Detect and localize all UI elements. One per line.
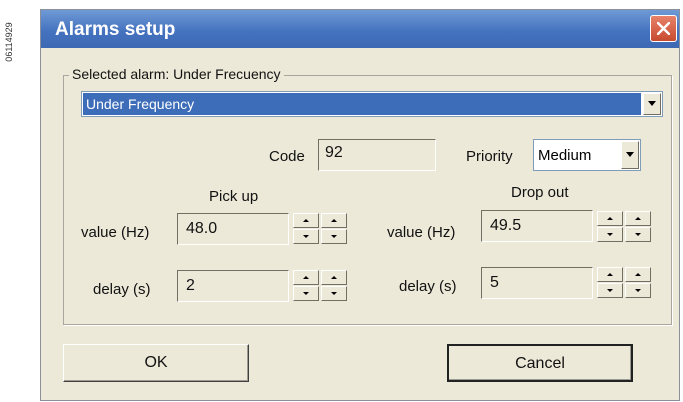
arrow-up-icon (331, 276, 337, 279)
arrow-up-icon (303, 276, 309, 279)
figure-id: 06114929 (4, 22, 14, 62)
chevron-down-icon (626, 152, 634, 157)
pickup-header: Pick up (209, 188, 259, 205)
title-bar[interactable]: Alarms setup (41, 10, 679, 48)
close-button[interactable] (650, 15, 677, 42)
spin-down-button[interactable] (625, 283, 651, 298)
pickup-value: 48.0 (186, 220, 218, 237)
arrow-down-icon (607, 289, 613, 292)
priority-value: Medium (538, 147, 592, 164)
spin-up-button[interactable] (597, 267, 623, 282)
priority-dropdown-button[interactable] (621, 141, 639, 169)
dropout-header: Drop out (511, 184, 569, 201)
spin-up-button[interactable] (625, 211, 651, 226)
dropout-value-fine-stepper[interactable] (625, 211, 651, 243)
code-field: 92 (318, 139, 436, 171)
pickup-delay-label: delay (s) (93, 281, 151, 298)
dropout-value-field[interactable]: 49.5 (481, 210, 593, 242)
ok-button[interactable]: OK (63, 344, 249, 382)
arrow-up-icon (331, 219, 337, 222)
spin-down-button[interactable] (293, 229, 319, 244)
pickup-value-field[interactable]: 48.0 (177, 213, 289, 245)
arrow-down-icon (635, 233, 641, 236)
dropout-value-coarse-stepper[interactable] (597, 211, 623, 243)
spin-up-button[interactable] (597, 211, 623, 226)
dropout-delay-label: delay (s) (399, 278, 457, 295)
dropout-delay-field[interactable]: 5 (481, 267, 593, 299)
arrow-down-icon (303, 292, 309, 295)
dropout-value-label: value (Hz) (387, 224, 456, 241)
priority-select[interactable]: Medium (533, 139, 641, 171)
alarms-setup-dialog: Alarms setup Selected alarm: Under Frecu… (40, 9, 680, 401)
code-value: 92 (325, 144, 343, 161)
group-legend: Selected alarm: Under Frecuency (69, 66, 284, 82)
arrow-up-icon (607, 273, 613, 276)
close-icon (657, 22, 670, 35)
arrow-down-icon (331, 235, 337, 238)
dropout-delay-coarse-stepper[interactable] (597, 267, 623, 299)
pickup-delay-fine-stepper[interactable] (321, 270, 347, 302)
dropout-delay-fine-stepper[interactable] (625, 267, 651, 299)
alarm-select-dropdown-button[interactable] (643, 93, 661, 115)
dropout-value: 49.5 (490, 217, 522, 234)
arrow-down-icon (331, 292, 337, 295)
alarm-select[interactable]: Under Frequency (81, 91, 663, 117)
spin-down-button[interactable] (321, 229, 347, 244)
arrow-up-icon (303, 219, 309, 222)
spin-up-button[interactable] (321, 270, 347, 285)
spin-down-button[interactable] (625, 227, 651, 242)
pickup-delay-field[interactable]: 2 (177, 270, 289, 302)
spin-up-button[interactable] (321, 213, 347, 228)
pickup-value-coarse-stepper[interactable] (293, 213, 319, 245)
code-label: Code (269, 148, 305, 165)
spin-up-button[interactable] (293, 270, 319, 285)
pickup-delay-coarse-stepper[interactable] (293, 270, 319, 302)
spin-up-button[interactable] (625, 267, 651, 282)
pickup-value-label: value (Hz) (81, 224, 150, 241)
arrow-up-icon (635, 273, 641, 276)
spin-up-button[interactable] (293, 213, 319, 228)
pickup-value-fine-stepper[interactable] (321, 213, 347, 245)
spin-down-button[interactable] (597, 227, 623, 242)
spin-down-button[interactable] (321, 286, 347, 301)
pickup-delay: 2 (186, 277, 195, 294)
arrow-up-icon (607, 217, 613, 220)
arrow-up-icon (635, 217, 641, 220)
cancel-button[interactable]: Cancel (447, 344, 633, 382)
spin-down-button[interactable] (293, 286, 319, 301)
spin-down-button[interactable] (597, 283, 623, 298)
dropout-delay: 5 (490, 274, 499, 291)
arrow-down-icon (303, 235, 309, 238)
arrow-down-icon (607, 233, 613, 236)
chevron-down-icon (648, 101, 656, 106)
alarm-select-value: Under Frequency (86, 96, 195, 112)
window-title: Alarms setup (55, 19, 176, 40)
arrow-down-icon (635, 289, 641, 292)
priority-label: Priority (466, 148, 513, 165)
